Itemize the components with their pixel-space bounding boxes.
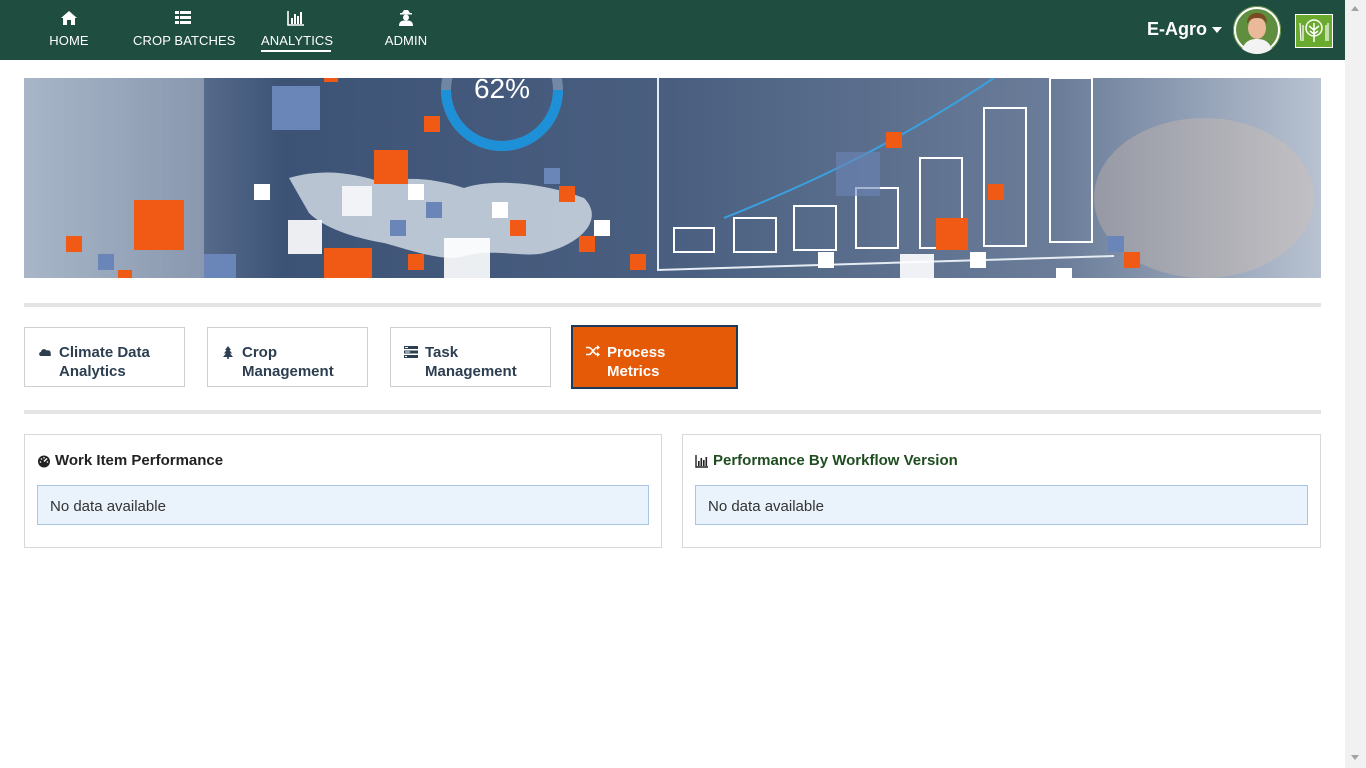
page-scrollbar[interactable] [1345,0,1366,768]
brand-logo [1295,14,1333,48]
tab-crop-management[interactable]: Crop Management [207,327,368,387]
nav-admin-label: ADMIN [384,33,428,48]
banner-graphic: 62% [24,78,1321,278]
workflow-no-data-alert: No data available [695,485,1308,525]
user-menu-dropdown[interactable]: E-Agro [1147,19,1222,40]
tab-crop-label: Crop Management [242,343,362,381]
tab-process-label: Process Metrics [607,343,727,381]
tab-climate-label-line2: Analytics [59,363,126,380]
avatar[interactable] [1233,6,1281,54]
avatar-image [1233,6,1281,54]
workflow-version-title: Performance By Workflow Version [713,452,958,469]
tab-climate-label-line1: Climate Data [59,344,150,361]
work-item-performance-panel: Work Item Performance No data available [24,434,662,548]
tree-icon [223,346,233,359]
list-icon [175,11,191,24]
nav-analytics[interactable]: ANALYTICS [261,0,333,60]
tab-task-management[interactable]: Task Management [390,327,551,387]
analytics-banner-image: 62% [24,78,1321,278]
nav-crop-batches[interactable]: CROP BATCHES [133,0,236,60]
user-secret-icon [399,10,413,26]
work-item-no-data-alert: No data available [37,485,649,525]
tab-process-label-line1: Process [607,344,666,361]
tab-process-metrics[interactable]: Process Metrics [571,325,738,389]
banner-percent-label: 62% [474,78,530,104]
nav-home[interactable]: HOME [39,0,99,60]
user-menu-label: E-Agro [1147,19,1207,39]
tab-climate-label: Climate Data Analytics [59,343,179,381]
divider-bottom [24,410,1321,414]
cloud-icon [39,349,52,356]
tab-task-label-line1: Task [425,344,459,361]
dashboard-icon [38,455,50,468]
workflow-version-panel: Performance By Workflow Version No data … [682,434,1321,548]
tab-climate-data-analytics[interactable]: Climate Data Analytics [24,327,185,387]
work-item-performance-title: Work Item Performance [55,452,224,469]
tab-task-label-line2: Management [425,363,517,380]
scroll-up-icon[interactable] [1351,6,1359,11]
bar-chart-icon [287,11,304,26]
bar-chart-icon [695,455,708,468]
shuffle-icon [586,345,600,357]
home-icon [61,11,77,25]
caret-down-icon [1212,27,1222,34]
tab-crop-label-line1: Crop [242,344,277,361]
nav-crop-batches-label: CROP BATCHES [133,33,236,48]
scroll-down-icon[interactable] [1351,755,1359,760]
tasks-icon [404,346,418,358]
nav-admin[interactable]: ADMIN [376,0,436,60]
nav-home-label: HOME [49,33,89,48]
top-navbar: HOME CROP BATCHES ANALYTICS ADMIN E-Agro [0,0,1345,60]
tab-task-label: Task Management [425,343,545,381]
divider-top [24,303,1321,307]
tab-process-label-line2: Metrics [607,363,660,380]
tab-crop-label-line2: Management [242,363,334,380]
nav-analytics-label: ANALYTICS [261,33,333,52]
tree-logo-icon [1299,19,1329,42]
